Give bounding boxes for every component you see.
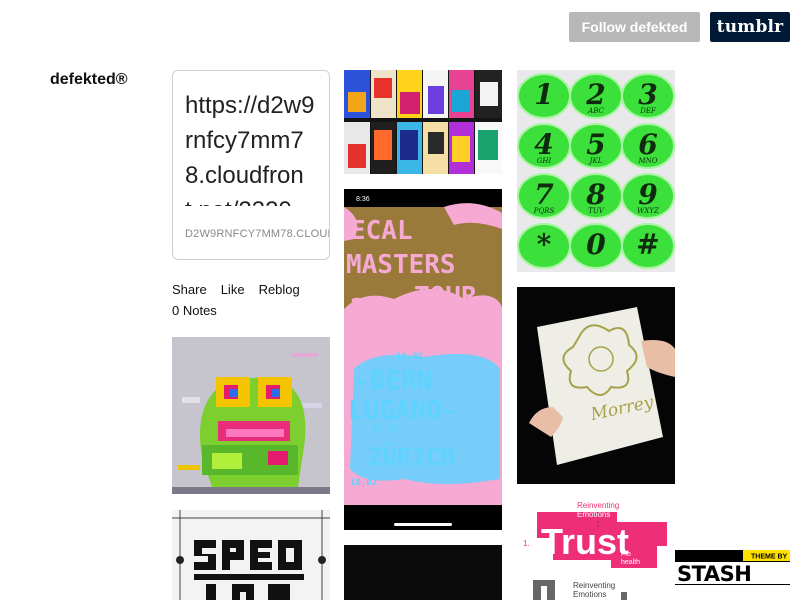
link-post-domain: D2W9RNFCY7MM78.CLOUDFRONT.NET xyxy=(185,228,329,240)
post-image-bag[interactable]: Morrey xyxy=(517,287,675,484)
trust-label-bottom-2: Emotions xyxy=(573,590,606,599)
keypad-graphic: 1 2ABC 3DEF 4GHI 5JKL 6MNO 7PQRS 8TUV 9WXYZ * 0 # xyxy=(517,70,675,272)
speed-logo-graphic xyxy=(172,510,330,600)
like-button[interactable]: Like xyxy=(221,282,245,297)
trust-word: Trust xyxy=(541,521,629,562)
pixel-frog-graphic xyxy=(172,337,330,494)
blog-title[interactable]: defekted® xyxy=(50,71,128,89)
keypad-key: 1 xyxy=(517,73,571,119)
stash-logo: THEME BY STASH xyxy=(675,550,790,586)
ecal-title-line-4: 2022 xyxy=(350,294,413,324)
keypad-key: 3DEF xyxy=(621,73,675,119)
stash-brand-text: STASH xyxy=(677,562,751,585)
tumblr-logo-button[interactable]: tumblr xyxy=(710,12,790,42)
keypad-digit: * xyxy=(537,228,552,261)
keypad-key: 7PQRS xyxy=(517,173,571,219)
keypad-letters: MNO xyxy=(637,157,657,165)
keypad-letters: JKL xyxy=(588,157,603,165)
keypad-digit: 0 xyxy=(586,228,606,261)
post-image-trust[interactable]: Reinventing Emotions : 1. Trust Flo heal… xyxy=(517,498,675,600)
keypad-letters: PQRS xyxy=(533,207,555,215)
post-image-dark[interactable] xyxy=(344,545,502,600)
keypad-letters: DEF xyxy=(639,107,657,115)
ecal-date-2: 17.02 xyxy=(372,424,399,434)
follow-button[interactable]: Follow defekted xyxy=(569,12,700,42)
keypad-digit: # xyxy=(636,228,659,261)
trust-graphic: Reinventing Emotions : 1. Trust Flo heal… xyxy=(517,498,675,600)
keypad-letters: GHI xyxy=(537,157,552,165)
keypad-key: 6MNO xyxy=(621,123,675,169)
ecal-date-1: 16.02 xyxy=(396,352,423,362)
keypad-key: 0 xyxy=(569,223,623,269)
link-post-url[interactable]: https://d2w9rnfcy7mm78.cloudfront.net/23… xyxy=(185,88,317,206)
ecal-title-line-3: TOUR xyxy=(414,282,477,312)
ecal-date-3: 18.02 xyxy=(350,478,377,488)
keypad-key: 4GHI xyxy=(517,123,571,169)
keypad-digit: 1 xyxy=(534,78,553,111)
trust-number: 1. xyxy=(523,539,530,548)
ecal-city-1: -BERN xyxy=(354,366,432,396)
post-image-poster-grid[interactable] xyxy=(344,70,502,174)
ecal-city-2: LUGANO- xyxy=(348,396,458,426)
ecal-title-line-2: MASTERS xyxy=(346,250,456,280)
ecal-city-3: ZÜRICH xyxy=(368,441,455,471)
keypad-key: 2ABC xyxy=(569,73,623,119)
theme-by-label: THEME BY xyxy=(751,554,788,561)
theme-by-stash-badge[interactable]: THEME BY STASH xyxy=(675,550,790,586)
keypad-key: # xyxy=(621,223,675,269)
keypad-letters: ABC xyxy=(587,107,604,115)
ecal-poster-graphic: 8:36 ECAL MASTERS TOUR 2022 16.02 -BERN … xyxy=(344,189,502,530)
keypad-key: 5JKL xyxy=(569,123,623,169)
trust-sub-2: health xyxy=(621,559,640,566)
post-image-pixel-frog[interactable] xyxy=(172,337,330,494)
notes-count[interactable]: 0 Notes xyxy=(172,303,217,318)
post-image-speed-logo[interactable] xyxy=(172,510,330,600)
keypad-key: * xyxy=(517,223,571,269)
trust-label-top-2: Emotions xyxy=(577,510,610,519)
trust-label-bottom-1: Reinventing xyxy=(573,581,615,590)
keypad-letters: TUV xyxy=(588,207,605,215)
keypad-key: 9WXYZ xyxy=(621,173,675,219)
post-image-green-keypad[interactable]: 1 2 ABC 3 DEF 4 GHI 5 JKL 6 MNO 7 PQRS 8 TUV 9 WXYZ * 0 # xyxy=(517,70,675,272)
reblog-button[interactable]: Reblog xyxy=(259,282,300,297)
keypad-key: 8TUV xyxy=(569,173,623,219)
trust-label-top-1: Reinventing xyxy=(577,501,619,510)
trust-sub-1: Flo xyxy=(621,551,631,558)
phone-status-time: 8:36 xyxy=(356,196,370,203)
bag-graphic: Morrey xyxy=(517,287,675,484)
keypad-letters: WXYZ xyxy=(637,207,659,215)
link-post-card[interactable]: https://d2w9rnfcy7mm78.cloudfront.net/23… xyxy=(172,70,330,260)
post-actions: Share Like Reblog xyxy=(172,282,300,297)
poster-grid-graphic xyxy=(344,70,502,174)
post-image-ecal-masters-tour[interactable]: 8:36 ECAL MASTERS TOUR 2022 16.02 -BERN … xyxy=(344,189,502,530)
ecal-title-line-1: ECAL xyxy=(350,216,413,246)
share-button[interactable]: Share xyxy=(172,282,207,297)
